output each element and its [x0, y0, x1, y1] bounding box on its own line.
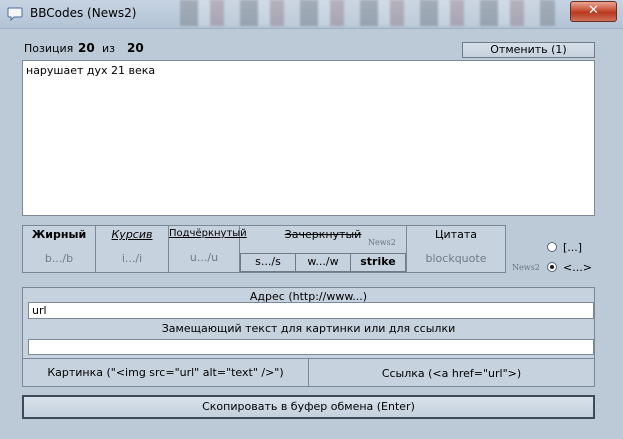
strike-button[interactable]: strike: [350, 253, 406, 272]
strike-tag: News2: [368, 238, 396, 247]
strike-s-button[interactable]: s.../s: [240, 253, 296, 272]
italic-label: Курсив: [111, 228, 153, 241]
copy-to-clipboard-button[interactable]: Скопировать в буфер обмена (Enter): [22, 395, 595, 419]
cancel-button[interactable]: Отменить (1): [462, 42, 595, 58]
quote-code: blockquote: [425, 252, 487, 265]
bracket-mode-tag: News2: [512, 263, 540, 272]
strike-cell: Зачеркнутый News2 s.../s w.../w strike: [240, 226, 407, 272]
position-label: Позиция: [24, 42, 74, 55]
image-button[interactable]: Картинка ("<img src="url" alt="text" />"…: [23, 359, 309, 386]
address-input[interactable]: url: [28, 302, 594, 319]
underline-cell[interactable]: Подчёркнутый u.../u: [169, 226, 247, 272]
bbcode-panel: Жирный b.../b Курсив i.../i Подчёркнутый…: [22, 225, 506, 273]
bold-cell[interactable]: Жирный b.../b: [23, 226, 96, 272]
radio-angle-brackets-label: <...>: [563, 261, 592, 274]
underline-code: u.../u: [189, 251, 219, 264]
bold-code: b.../b: [44, 252, 74, 265]
text-area[interactable]: нарушает дух 21 века: [22, 60, 595, 216]
link-button[interactable]: Ссылка (<a href="url">): [309, 359, 594, 386]
underline-label: Подчёркнутый: [169, 228, 247, 239]
radio-angle-brackets[interactable]: [547, 262, 557, 272]
speech-bubble-icon: [7, 7, 23, 22]
position-of-label: из: [102, 42, 115, 55]
position-total: 20: [127, 41, 144, 55]
quote-cell[interactable]: Цитата blockquote: [407, 226, 505, 272]
window-title: BBCodes (News2): [30, 6, 137, 20]
title-bar-background: [180, 0, 555, 26]
close-icon: ✕: [588, 3, 599, 18]
quote-label: Цитата: [435, 228, 477, 241]
position-current: 20: [78, 41, 95, 55]
alt-text-label: Замещающий текст для картинки или для сс…: [161, 322, 456, 335]
italic-cell[interactable]: Курсив i.../i: [96, 226, 169, 272]
alt-text-input[interactable]: [28, 339, 594, 355]
italic-code: i.../i: [121, 252, 143, 265]
bold-label: Жирный: [31, 228, 87, 241]
link-panel: Адрес (http://www...) url Замещающий тек…: [22, 287, 595, 387]
radio-square-brackets-label: [...]: [563, 241, 583, 254]
title-bar[interactable]: BBCodes (News2) ✕: [0, 0, 623, 29]
radio-square-brackets[interactable]: [547, 242, 557, 252]
strike-w-button[interactable]: w.../w: [295, 253, 351, 272]
close-button[interactable]: ✕: [570, 1, 617, 22]
